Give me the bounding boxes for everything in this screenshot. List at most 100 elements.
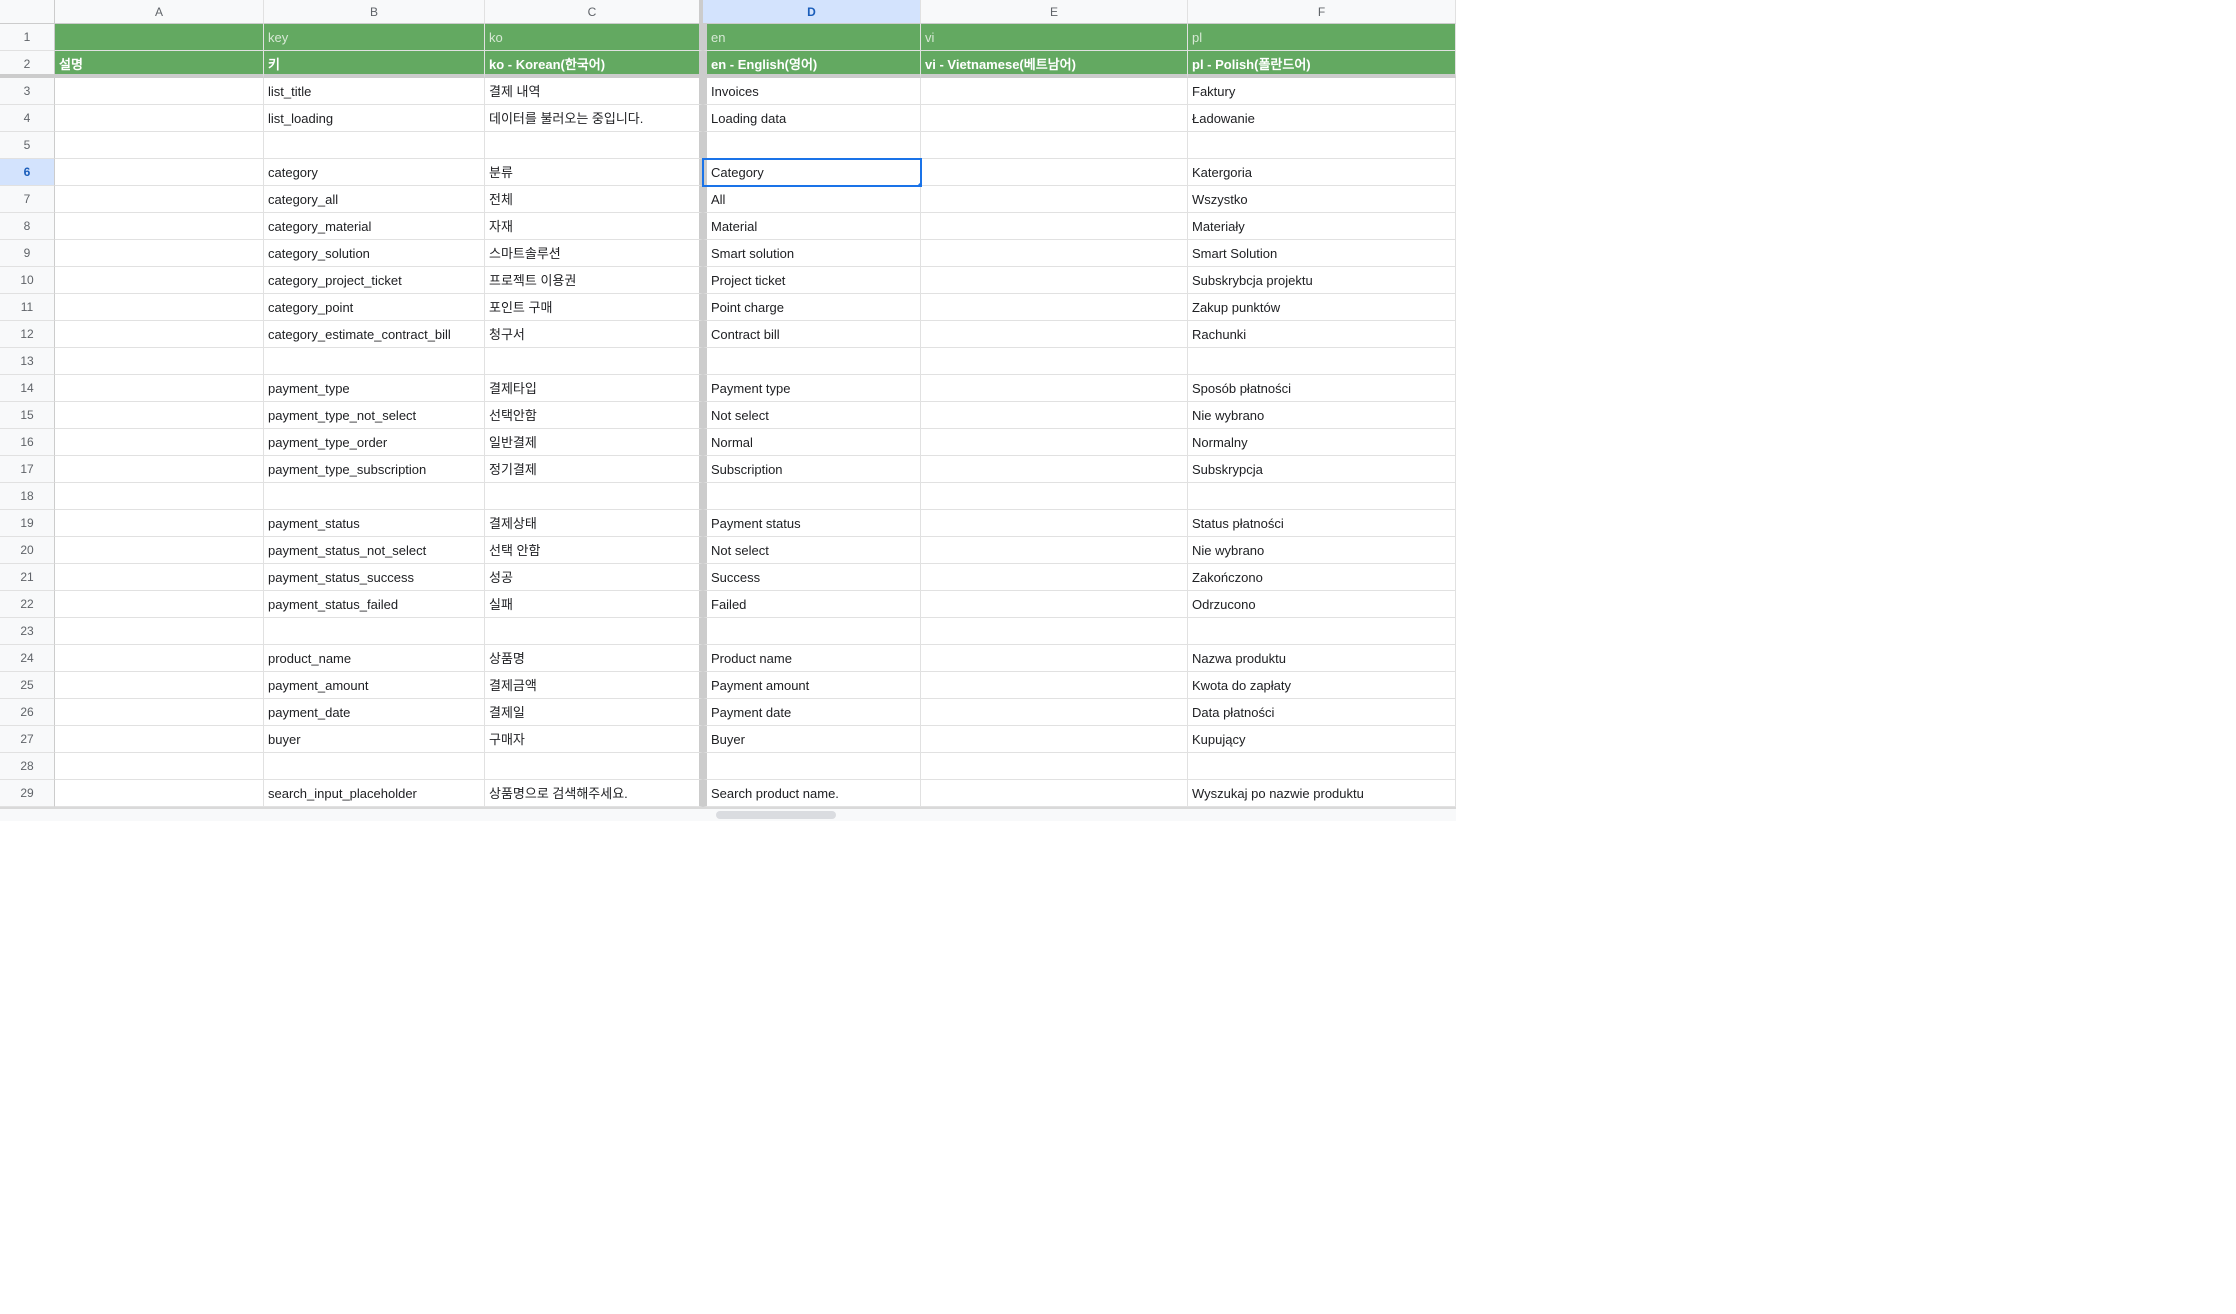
column-header-C[interactable]: C <box>485 0 703 24</box>
cell-D24[interactable]: Product name <box>703 645 921 672</box>
cell-E12[interactable] <box>921 321 1188 348</box>
cell-A15[interactable] <box>55 402 264 429</box>
row-header-15[interactable]: 15 <box>0 402 55 429</box>
cell-F7[interactable]: Wszystko <box>1188 186 1456 213</box>
cell-B18[interactable] <box>264 483 485 510</box>
cell-B7[interactable]: category_all <box>264 186 485 213</box>
cell-D10[interactable]: Project ticket <box>703 267 921 294</box>
cell-F29[interactable]: Wyszukaj po nazwie produktu <box>1188 780 1456 807</box>
cell-A26[interactable] <box>55 699 264 726</box>
cell-F4[interactable]: Ładowanie <box>1188 105 1456 132</box>
cell-E13[interactable] <box>921 348 1188 375</box>
cell-C3[interactable]: 결제 내역 <box>485 78 703 105</box>
cell-C7[interactable]: 전체 <box>485 186 703 213</box>
cell-B14[interactable]: payment_type <box>264 375 485 402</box>
cell-D7[interactable]: All <box>703 186 921 213</box>
row-header-26[interactable]: 26 <box>0 699 55 726</box>
row-header-7[interactable]: 7 <box>0 186 55 213</box>
cell-B8[interactable]: category_material <box>264 213 485 240</box>
row-header-9[interactable]: 9 <box>0 240 55 267</box>
cell-F21[interactable]: Zakończono <box>1188 564 1456 591</box>
cell-B17[interactable]: payment_type_subscription <box>264 456 485 483</box>
cell-E21[interactable] <box>921 564 1188 591</box>
row-header-19[interactable]: 19 <box>0 510 55 537</box>
cell-A5[interactable] <box>55 132 264 159</box>
cell-B9[interactable]: category_solution <box>264 240 485 267</box>
header1-D[interactable]: en <box>703 24 921 51</box>
cell-D11[interactable]: Point charge <box>703 294 921 321</box>
cell-F27[interactable]: Kupujący <box>1188 726 1456 753</box>
cell-C4[interactable]: 데이터를 불러오는 중입니다. <box>485 105 703 132</box>
column-header-A[interactable]: A <box>55 0 264 24</box>
cell-F13[interactable] <box>1188 348 1456 375</box>
row-header-29[interactable]: 29 <box>0 780 55 807</box>
cell-C8[interactable]: 자재 <box>485 213 703 240</box>
row-header-23[interactable]: 23 <box>0 618 55 645</box>
cell-D6[interactable]: Category <box>703 159 921 186</box>
cell-B22[interactable]: payment_status_failed <box>264 591 485 618</box>
cell-A14[interactable] <box>55 375 264 402</box>
row-header-13[interactable]: 13 <box>0 348 55 375</box>
row-header-10[interactable]: 10 <box>0 267 55 294</box>
scrollbar-thumb[interactable] <box>716 811 836 819</box>
cell-A3[interactable] <box>55 78 264 105</box>
cell-A29[interactable] <box>55 780 264 807</box>
cell-A22[interactable] <box>55 591 264 618</box>
cell-E11[interactable] <box>921 294 1188 321</box>
cell-D17[interactable]: Subscription <box>703 456 921 483</box>
cell-D29[interactable]: Search product name. <box>703 780 921 807</box>
cell-D3[interactable]: Invoices <box>703 78 921 105</box>
cell-B29[interactable]: search_input_placeholder <box>264 780 485 807</box>
cell-A7[interactable] <box>55 186 264 213</box>
cell-C20[interactable]: 선택 안함 <box>485 537 703 564</box>
cell-E8[interactable] <box>921 213 1188 240</box>
cell-B25[interactable]: payment_amount <box>264 672 485 699</box>
cell-B19[interactable]: payment_status <box>264 510 485 537</box>
row-header-16[interactable]: 16 <box>0 429 55 456</box>
cell-D18[interactable] <box>703 483 921 510</box>
cell-D14[interactable]: Payment type <box>703 375 921 402</box>
row-header-4[interactable]: 4 <box>0 105 55 132</box>
header2-E[interactable]: vi - Vietnamese(베트남어) <box>921 51 1188 78</box>
cell-D5[interactable] <box>703 132 921 159</box>
cell-E26[interactable] <box>921 699 1188 726</box>
column-header-F[interactable]: F <box>1188 0 1456 24</box>
cell-D4[interactable]: Loading data <box>703 105 921 132</box>
cell-C24[interactable]: 상품명 <box>485 645 703 672</box>
cell-B6[interactable]: category <box>264 159 485 186</box>
cell-E16[interactable] <box>921 429 1188 456</box>
cell-C10[interactable]: 프로젝트 이용권 <box>485 267 703 294</box>
cell-F3[interactable]: Faktury <box>1188 78 1456 105</box>
header2-A[interactable]: 설명 <box>55 51 264 78</box>
cell-F6[interactable]: Katergoria <box>1188 159 1456 186</box>
cell-B20[interactable]: payment_status_not_select <box>264 537 485 564</box>
cell-F9[interactable]: Smart Solution <box>1188 240 1456 267</box>
row-header-6[interactable]: 6 <box>0 159 55 186</box>
cell-A25[interactable] <box>55 672 264 699</box>
cell-D15[interactable]: Not select <box>703 402 921 429</box>
cell-D19[interactable]: Payment status <box>703 510 921 537</box>
row-header-17[interactable]: 17 <box>0 456 55 483</box>
cell-A11[interactable] <box>55 294 264 321</box>
cell-D23[interactable] <box>703 618 921 645</box>
cell-E24[interactable] <box>921 645 1188 672</box>
row-header-27[interactable]: 27 <box>0 726 55 753</box>
cell-B24[interactable]: product_name <box>264 645 485 672</box>
cell-F24[interactable]: Nazwa produktu <box>1188 645 1456 672</box>
cell-A23[interactable] <box>55 618 264 645</box>
cell-E3[interactable] <box>921 78 1188 105</box>
row-header-20[interactable]: 20 <box>0 537 55 564</box>
horizontal-scrollbar[interactable] <box>0 807 1456 821</box>
cell-C13[interactable] <box>485 348 703 375</box>
cell-C5[interactable] <box>485 132 703 159</box>
header2-C[interactable]: ko - Korean(한국어) <box>485 51 703 78</box>
row-header-11[interactable]: 11 <box>0 294 55 321</box>
cell-A21[interactable] <box>55 564 264 591</box>
row-header-1[interactable]: 1 <box>0 24 55 51</box>
cell-C19[interactable]: 결제상태 <box>485 510 703 537</box>
cell-F8[interactable]: Materiały <box>1188 213 1456 240</box>
cell-E18[interactable] <box>921 483 1188 510</box>
cell-A20[interactable] <box>55 537 264 564</box>
cell-C29[interactable]: 상품명으로 검색해주세요. <box>485 780 703 807</box>
cell-F16[interactable]: Normalny <box>1188 429 1456 456</box>
